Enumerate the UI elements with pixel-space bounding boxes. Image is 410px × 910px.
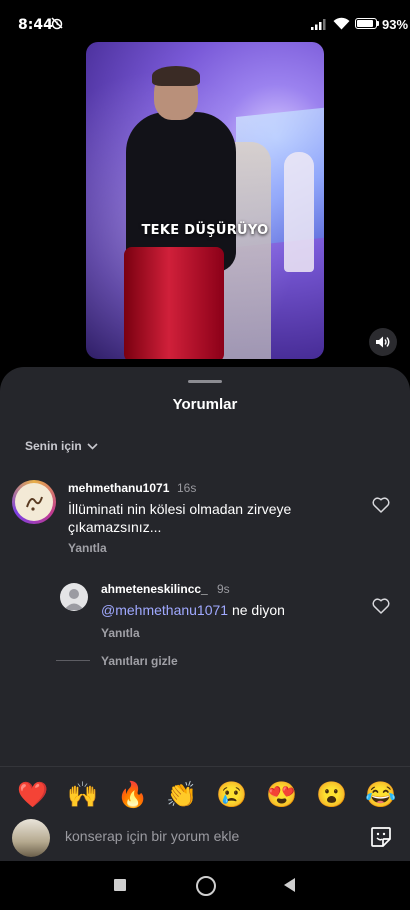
emoji-reaction-bar: ❤️ 🙌 🔥 👏 😢 😍 😮 😂 xyxy=(0,766,410,821)
background-person-screen xyxy=(284,152,314,272)
emoji-crying[interactable]: 😢 xyxy=(216,781,247,809)
sort-label: Senin için xyxy=(25,439,82,453)
sticker-button[interactable] xyxy=(369,825,393,854)
emoji-heart-eyes[interactable]: 😍 xyxy=(266,781,297,809)
reply-mention[interactable]: @mehmethanu1071 xyxy=(101,602,228,618)
video-player[interactable]: TEKE DÜŞÜRÜYO xyxy=(86,42,324,359)
sort-dropdown[interactable]: Senin için xyxy=(25,439,98,453)
my-avatar xyxy=(12,819,50,857)
emoji-open-mouth[interactable]: 😮 xyxy=(316,781,347,809)
back-button[interactable] xyxy=(284,878,295,892)
video-caption: TEKE DÜŞÜRÜYO xyxy=(141,223,269,238)
sheet-grab-handle[interactable] xyxy=(188,380,222,383)
reply-username[interactable]: ahmeteneskilincc_ xyxy=(101,582,208,596)
like-button[interactable] xyxy=(372,497,390,518)
reply-avatar[interactable] xyxy=(60,583,88,611)
speaker-icon xyxy=(376,336,390,348)
signal-icon xyxy=(311,19,326,30)
comment-input[interactable] xyxy=(65,828,355,844)
emoji-fire[interactable]: 🔥 xyxy=(117,781,148,809)
avatar[interactable] xyxy=(12,480,56,524)
default-avatar-icon xyxy=(64,589,84,610)
sound-button[interactable] xyxy=(369,328,397,356)
battery-percent-value: 93 xyxy=(382,17,397,32)
heart-outline-icon xyxy=(372,497,390,513)
chevron-down-icon xyxy=(87,442,98,450)
emoji-clap[interactable]: 👏 xyxy=(166,781,197,809)
performer-hair xyxy=(152,66,200,86)
battery-icon xyxy=(355,18,377,29)
alarm-off-icon xyxy=(50,16,64,33)
avatar-image xyxy=(15,483,53,521)
reply-button[interactable]: Yanıtla xyxy=(68,541,107,555)
wifi-icon xyxy=(333,17,350,30)
reply-body: ne diyon xyxy=(228,602,285,618)
battery-fill xyxy=(357,20,373,27)
battery-percent: 93% xyxy=(382,17,409,32)
reply-text: @mehmethanu1071 ne diyon xyxy=(101,602,285,618)
clock: 8:44 xyxy=(18,17,53,33)
home-button[interactable] xyxy=(196,876,216,896)
thread-line xyxy=(56,660,90,661)
reply-time: 9s xyxy=(217,582,230,596)
emoji-heart[interactable]: ❤️ xyxy=(17,781,48,809)
battery-tip xyxy=(377,21,379,26)
hide-replies-button[interactable]: Yanıtları gizle xyxy=(101,654,178,668)
sticker-icon xyxy=(371,827,391,847)
comment-time: 16s xyxy=(177,481,197,495)
sheet-title: Yorumlar xyxy=(172,396,238,413)
emoji-raised-hands[interactable]: 🙌 xyxy=(67,781,98,809)
heart-outline-icon xyxy=(372,598,390,614)
reply-like-button[interactable] xyxy=(372,598,390,619)
status-bar: 8:44 93% xyxy=(0,0,410,46)
emoji-laughing[interactable]: 😂 xyxy=(365,781,396,809)
performer-pants xyxy=(124,247,224,359)
comment-username[interactable]: mehmethanu1071 xyxy=(68,481,169,495)
comment-text: İllüminati nin kölesi olmadan zirveye çı… xyxy=(68,501,292,535)
recents-button[interactable] xyxy=(114,879,126,891)
reply-reply-button[interactable]: Yanıtla xyxy=(101,626,140,640)
